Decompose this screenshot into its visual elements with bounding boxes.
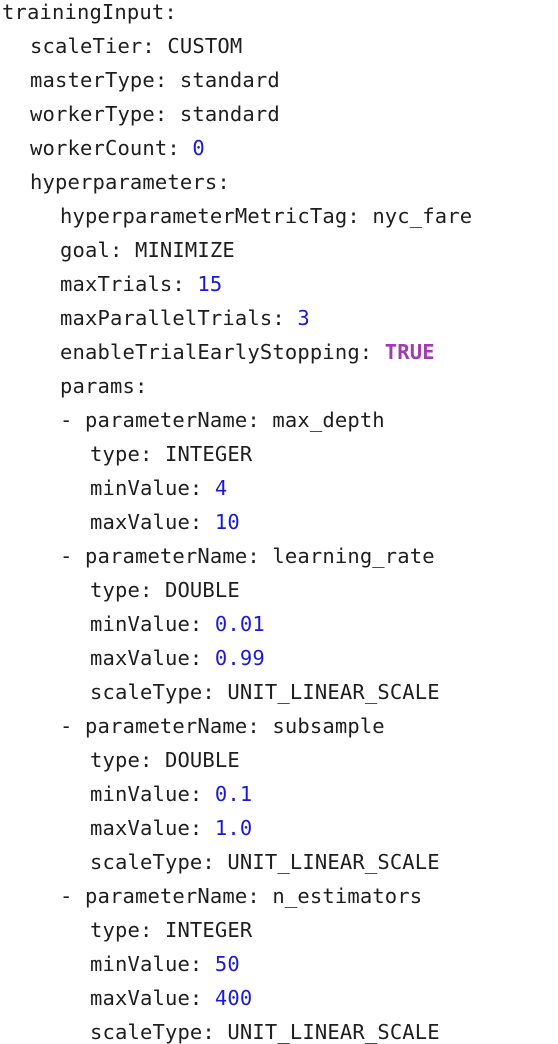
code-line: minValue: 0.01 (90, 607, 265, 641)
yaml-number-value: 0.01 (214, 612, 265, 636)
yaml-key: scaleType: (90, 850, 228, 874)
yaml-key: - parameterName: (60, 544, 273, 568)
code-line: workerCount: 0 (30, 131, 205, 165)
yaml-key: type: (90, 918, 165, 942)
yaml-key: hyperparameters: (30, 170, 230, 194)
yaml-number-value: 0.99 (214, 646, 265, 670)
yaml-number-value: 400 (214, 986, 253, 1010)
yaml-number-value: 4 (214, 476, 228, 500)
yaml-value: MINIMIZE (134, 238, 235, 262)
yaml-key: type: (90, 578, 165, 602)
yaml-key: maxTrials: (60, 272, 198, 296)
code-line: scaleType: UNIT_LINEAR_SCALE (90, 675, 440, 709)
code-line: goal: MINIMIZE (60, 233, 235, 267)
code-line: type: DOUBLE (90, 743, 240, 777)
yaml-value: UNIT_LINEAR_SCALE (227, 850, 440, 874)
yaml-key: maxValue: (90, 510, 215, 534)
code-line: masterType: standard (30, 63, 280, 97)
yaml-key: - parameterName: (60, 408, 273, 432)
yaml-key: workerCount: (30, 136, 193, 160)
code-line: maxValue: 400 (90, 981, 252, 1015)
yaml-key: minValue: (90, 782, 215, 806)
code-line: maxValue: 10 (90, 505, 240, 539)
code-line: scaleTier: CUSTOM (30, 29, 242, 63)
yaml-key: maxParallelTrials: (60, 306, 298, 330)
yaml-key: masterType: (30, 68, 180, 92)
yaml-value: CUSTOM (167, 34, 243, 58)
yaml-number-value: 3 (297, 306, 310, 330)
code-line: maxParallelTrials: 3 (60, 301, 310, 335)
yaml-value: learning_rate (272, 544, 435, 568)
yaml-boolean-value: TRUE (384, 340, 435, 364)
yaml-value: DOUBLE (164, 578, 240, 602)
code-line: type: INTEGER (90, 913, 252, 947)
yaml-value: standard (179, 68, 280, 92)
code-line: maxTrials: 15 (60, 267, 222, 301)
yaml-key: scaleType: (90, 680, 228, 704)
code-line: type: INTEGER (90, 437, 252, 471)
code-line: scaleType: UNIT_LINEAR_SCALE (90, 1015, 440, 1044)
yaml-key: maxValue: (90, 646, 215, 670)
yaml-value: n_estimators (272, 884, 423, 908)
yaml-key: params: (60, 374, 148, 398)
yaml-number-value: 15 (197, 272, 223, 296)
code-line: hyperparameters: (30, 165, 230, 199)
yaml-value: standard (179, 102, 280, 126)
yaml-key: minValue: (90, 612, 215, 636)
yaml-value: UNIT_LINEAR_SCALE (227, 1020, 440, 1044)
yaml-key: maxValue: (90, 986, 215, 1010)
yaml-number-value: 0.1 (214, 782, 253, 806)
yaml-key: minValue: (90, 476, 215, 500)
code-line: trainingInput: (2, 0, 177, 29)
yaml-key: enableTrialEarlyStopping: (60, 340, 385, 364)
yaml-key: minValue: (90, 952, 215, 976)
code-line: - parameterName: max_depth (60, 403, 385, 437)
yaml-number-value: 10 (214, 510, 240, 534)
code-line: minValue: 4 (90, 471, 227, 505)
yaml-value: max_depth (272, 408, 385, 432)
yaml-value: INTEGER (164, 918, 253, 942)
yaml-value: DOUBLE (164, 748, 240, 772)
code-line: maxValue: 0.99 (90, 641, 265, 675)
yaml-value: INTEGER (164, 442, 253, 466)
yaml-key: hyperparameterMetricTag: (60, 204, 373, 228)
yaml-key: workerType: (30, 102, 180, 126)
code-line: enableTrialEarlyStopping: TRUE (60, 335, 435, 369)
yaml-value: nyc_fare (372, 204, 473, 228)
yaml-number-value: 50 (214, 952, 240, 976)
code-line: - parameterName: subsample (60, 709, 385, 743)
code-line: hyperparameterMetricTag: nyc_fare (60, 199, 472, 233)
yaml-key: type: (90, 748, 165, 772)
code-line: - parameterName: learning_rate (60, 539, 435, 573)
code-line: minValue: 0.1 (90, 777, 252, 811)
yaml-key: - parameterName: (60, 714, 273, 738)
yaml-key: trainingInput: (2, 0, 177, 24)
code-line: maxValue: 1.0 (90, 811, 252, 845)
yaml-key: type: (90, 442, 165, 466)
yaml-value: subsample (272, 714, 385, 738)
yaml-value: UNIT_LINEAR_SCALE (227, 680, 440, 704)
yaml-number-value: 0 (192, 136, 205, 160)
code-line: - parameterName: n_estimators (60, 879, 422, 913)
yaml-number-value: 1.0 (214, 816, 253, 840)
yaml-key: scaleType: (90, 1020, 228, 1044)
yaml-code-view: trainingInput: scaleTier: CUSTOM masterT… (0, 0, 558, 1044)
code-line: type: DOUBLE (90, 573, 240, 607)
code-line: minValue: 50 (90, 947, 240, 981)
code-line: workerType: standard (30, 97, 280, 131)
yaml-key: goal: (60, 238, 135, 262)
yaml-key: maxValue: (90, 816, 215, 840)
yaml-key: scaleTier: (30, 34, 168, 58)
yaml-key: - parameterName: (60, 884, 273, 908)
code-line: params: (60, 369, 147, 403)
code-line: scaleType: UNIT_LINEAR_SCALE (90, 845, 440, 879)
